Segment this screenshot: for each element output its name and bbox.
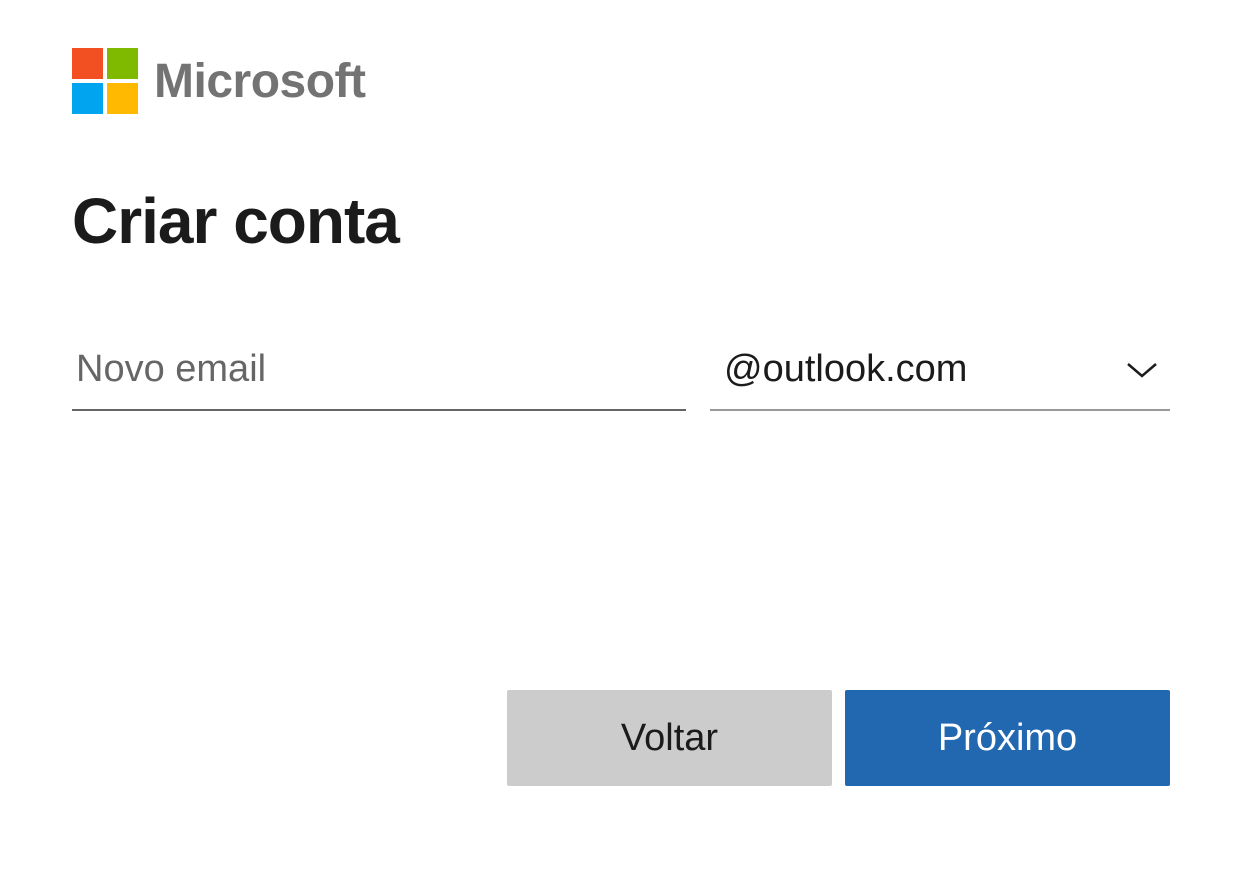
back-button[interactable]: Voltar [507, 690, 832, 786]
new-email-input[interactable] [72, 338, 686, 411]
microsoft-logo-icon [72, 48, 138, 114]
action-buttons: Voltar Próximo [507, 690, 1170, 786]
next-button[interactable]: Próximo [845, 690, 1170, 786]
email-input-row: @outlook.com [72, 338, 1170, 411]
brand-name: Microsoft [154, 54, 366, 109]
chevron-down-icon [1126, 361, 1158, 379]
domain-selected-label: @outlook.com [724, 348, 967, 391]
page-title: Criar conta [72, 184, 1170, 258]
email-domain-select[interactable]: @outlook.com [710, 338, 1170, 411]
brand-header: Microsoft [72, 48, 1170, 114]
